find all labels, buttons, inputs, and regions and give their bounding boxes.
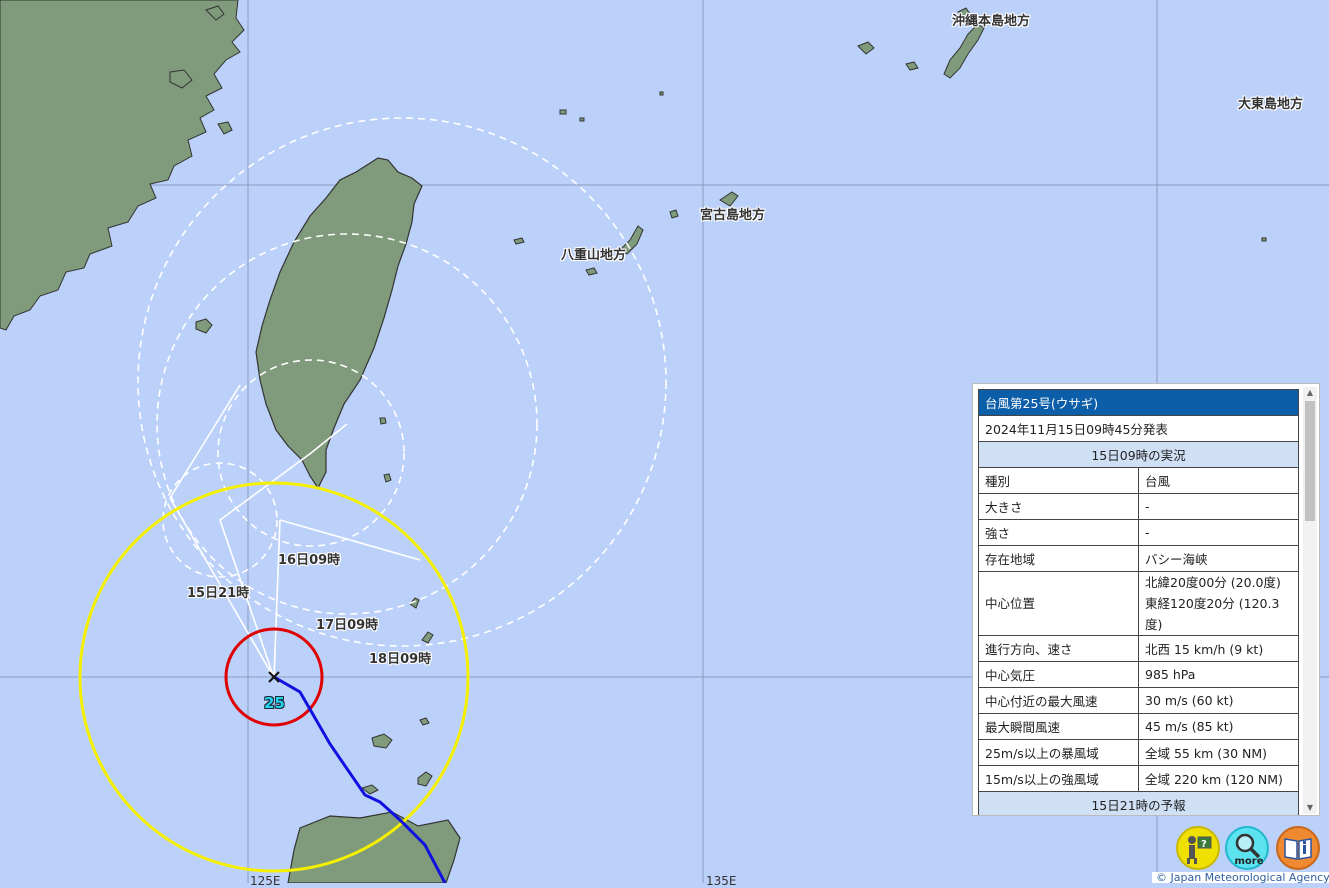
info-button[interactable] (1276, 826, 1320, 870)
row-key: 15m/s以上の強風域 (978, 765, 1139, 792)
row-key: 強さ (978, 519, 1139, 546)
row-value: - (1138, 493, 1299, 520)
more-button[interactable]: more (1225, 826, 1269, 870)
more-label: more (1234, 856, 1264, 867)
row-value: 北緯20度00分 (20.0度) 東経120度20分 (120.3度) (1138, 571, 1299, 636)
help-person-icon: ? (1187, 836, 1212, 864)
row-value: 台風 (1138, 467, 1299, 494)
region-label-miyako: 宮古島地方 (700, 208, 766, 223)
row-key: 最大瞬間風速 (978, 713, 1139, 740)
row-key: 25m/s以上の暴風域 (978, 739, 1139, 766)
row-value: バシー海峡 (1138, 545, 1299, 572)
longitude-label-135: 135E (706, 874, 737, 888)
region-label-okinawa: 沖縄本島地方 (952, 14, 1031, 29)
issued-time: 2024年11月15日09時45分発表 (978, 415, 1299, 442)
svg-text:?: ? (1201, 839, 1207, 850)
region-label-daito: 大東島地方 (1238, 97, 1304, 112)
row-key: 中心気圧 (978, 661, 1139, 688)
row-value: - (1138, 519, 1299, 546)
typhoon-info-table-wrapper: 台風第25号(ウサギ) 2024年11月15日09時45分発表 15日09時の実… (978, 389, 1299, 815)
row-key: 種別 (978, 467, 1139, 494)
row-key: 中心位置 (978, 571, 1139, 636)
row-key: 中心付近の最大風速 (978, 687, 1139, 714)
latitude-value: 北緯20度00分 (20.0度) (1145, 575, 1281, 590)
scroll-down-arrow-icon[interactable]: ▼ (1303, 802, 1317, 814)
section-current: 15日09時の実況 (978, 441, 1299, 468)
forecast-time-label-18d09: 18日09時 (369, 652, 432, 667)
typhoon-title: 台風第25号(ウサギ) (978, 389, 1299, 416)
longitude-value: 東経120度20分 (120.3度) (1145, 596, 1280, 632)
typhoon-info-panel[interactable]: 台風第25号(ウサギ) 2024年11月15日09時45分発表 15日09時の実… (972, 383, 1320, 816)
row-value: 全域 220 km (120 NM) (1138, 765, 1299, 792)
row-key: 存在地域 (978, 545, 1139, 572)
typhoon-number-label: 25 (264, 694, 285, 712)
region-label-yaeyama: 八重山地方 (561, 248, 627, 263)
row-value: 45 m/s (85 kt) (1138, 713, 1299, 740)
section-forecast: 15日21時の予報 (978, 791, 1299, 815)
forecast-time-label-15d21: 15日21時 (187, 586, 250, 601)
row-key: 進行方向、速さ (978, 635, 1139, 662)
longitude-label-125: 125E (250, 874, 281, 888)
forecast-time-label-16d09: 16日09時 (278, 553, 341, 568)
row-value: 30 m/s (60 kt) (1138, 687, 1299, 714)
scroll-thumb[interactable] (1305, 401, 1315, 521)
help-button[interactable]: ? (1176, 826, 1220, 870)
luzon-landmass (287, 811, 461, 883)
row-value: 全域 55 km (30 NM) (1138, 739, 1299, 766)
row-value: 985 hPa (1138, 661, 1299, 688)
copyright-text: © Japan Meteorological Agency (1152, 872, 1329, 883)
panel-scrollbar[interactable]: ▲ ▼ (1303, 387, 1317, 814)
row-value: 北西 15 km/h (9 kt) (1138, 635, 1299, 662)
forecast-time-label-17d09: 17日09時 (316, 618, 379, 633)
book-info-icon (1284, 838, 1312, 860)
typhoon-info-table: 台風第25号(ウサギ) 2024年11月15日09時45分発表 15日09時の実… (978, 389, 1299, 815)
scroll-up-arrow-icon[interactable]: ▲ (1303, 387, 1317, 399)
row-key: 大きさ (978, 493, 1139, 520)
